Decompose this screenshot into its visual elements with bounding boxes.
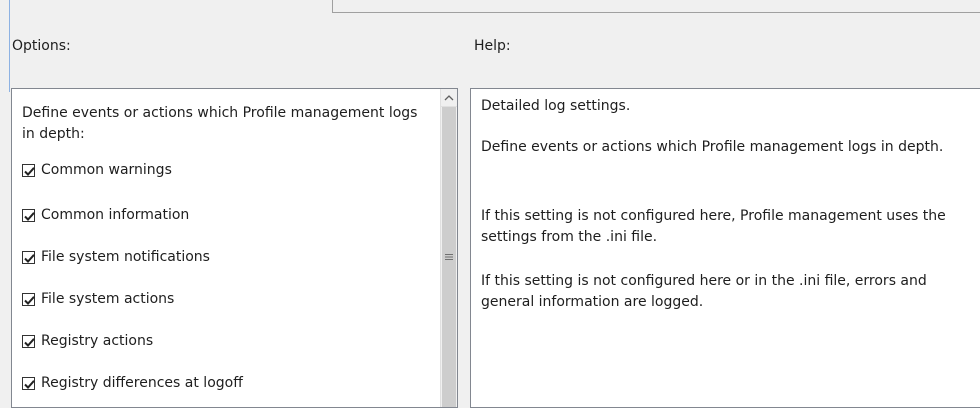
scroll-up-button[interactable] <box>441 89 457 107</box>
checkmark-icon <box>24 337 35 347</box>
checkmark-icon <box>24 166 35 176</box>
help-paragraph: If this setting is not configured here, … <box>481 208 946 245</box>
help-paragraph: If this setting is not configured here o… <box>481 273 927 310</box>
help-paragraph: Detailed log settings. <box>481 98 631 114</box>
option-label: Registry differences at logoff <box>41 375 243 391</box>
help-pane: Detailed log settings. Define events or … <box>470 88 980 408</box>
option-label: File system actions <box>41 291 175 307</box>
options-label: Options: <box>12 38 71 54</box>
checkbox[interactable] <box>22 208 35 222</box>
checkmark-icon <box>24 253 35 263</box>
options-pane: Define events or actions which Profile m… <box>11 88 458 408</box>
option-file-system-notifications[interactable]: File system notifications <box>22 247 210 267</box>
grip-lines-icon <box>445 254 453 260</box>
checkbox[interactable] <box>22 292 35 306</box>
scroll-thumb[interactable] <box>442 107 456 407</box>
checkbox[interactable] <box>22 250 35 264</box>
option-common-information[interactable]: Common information <box>22 205 189 225</box>
checkbox[interactable] <box>22 163 35 177</box>
checkmark-icon <box>24 379 35 389</box>
options-scrollbar[interactable] <box>440 89 457 407</box>
option-registry-differences-at-logoff[interactable]: Registry differences at logoff <box>22 373 243 393</box>
option-file-system-actions[interactable]: File system actions <box>22 289 174 309</box>
window-edge-accent <box>9 0 10 92</box>
option-common-warnings[interactable]: Common warnings <box>22 160 172 180</box>
option-label: Common warnings <box>41 162 172 178</box>
chevron-up-icon <box>444 95 454 101</box>
top-input-field[interactable] <box>332 0 980 13</box>
checkmark-icon <box>24 211 35 221</box>
option-label: Common information <box>41 207 190 223</box>
option-label: Registry actions <box>41 333 154 349</box>
option-label: File system notifications <box>41 249 210 265</box>
checkbox[interactable] <box>22 376 35 390</box>
help-paragraph: Define events or actions which Profile m… <box>481 139 944 155</box>
checkbox[interactable] <box>22 334 35 348</box>
option-registry-actions[interactable]: Registry actions <box>22 331 153 351</box>
checkmark-icon <box>24 295 35 305</box>
help-label: Help: <box>474 38 511 54</box>
options-intro-text: Define events or actions which Profile m… <box>22 105 418 142</box>
